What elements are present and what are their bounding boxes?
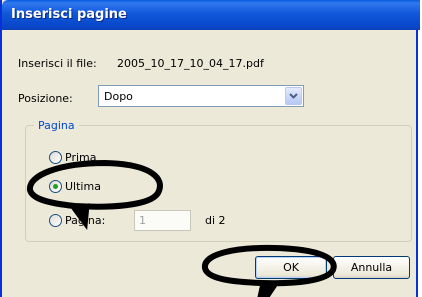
radio-pagina-label[interactable]: Pagina: [65, 214, 105, 227]
page-total-label: di 2 [205, 214, 226, 227]
page-number-input[interactable]: 1 [134, 210, 191, 231]
page-number-value: 1 [139, 214, 146, 227]
position-label: Posizione: [18, 92, 73, 105]
position-select[interactable]: Dopo [98, 85, 304, 107]
ok-button[interactable]: OK [255, 256, 327, 279]
insert-file-name: 2005_10_17_10_04_17.pdf [117, 57, 264, 70]
radio-prima-label[interactable]: Prima [65, 151, 96, 164]
insert-pages-dialog: Inserisci pagine Inserisci il file: 2005… [0, 0, 420, 297]
chevron-down-icon [289, 93, 298, 99]
insert-file-label: Inserisci il file: [18, 57, 97, 70]
dropdown-button[interactable] [285, 87, 302, 105]
page-group-legend: Pagina [34, 119, 79, 132]
radio-ultima-label[interactable]: Ultima [65, 180, 101, 193]
radio-pagina[interactable] [49, 214, 62, 227]
window-title: Inserisci pagine [11, 7, 127, 22]
title-bar[interactable]: Inserisci pagine [2, 0, 420, 30]
radio-ultima[interactable] [49, 180, 62, 193]
cancel-button[interactable]: Annulla [333, 256, 410, 279]
position-selected-value: Dopo [104, 90, 133, 103]
radio-prima[interactable] [49, 151, 62, 164]
